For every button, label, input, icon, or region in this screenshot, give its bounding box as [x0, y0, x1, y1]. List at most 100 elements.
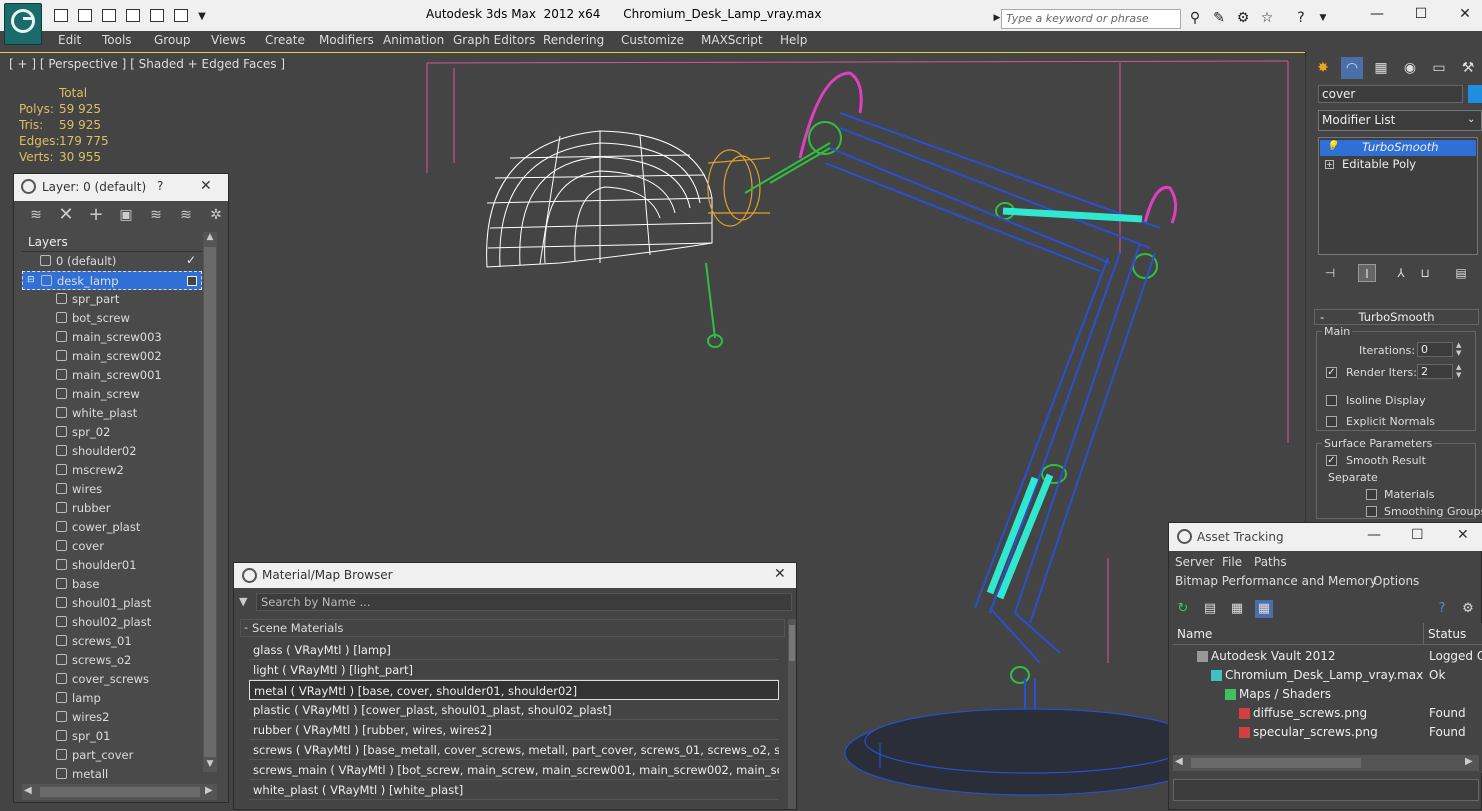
layers-column-header[interactable]: Layers [22, 232, 202, 252]
list-view-icon[interactable]: ▤ [1201, 600, 1219, 618]
collapse-icon[interactable]: ⊟ [27, 275, 35, 285]
collapse-icon[interactable]: - [244, 621, 248, 634]
scroll-left-icon[interactable]: ◀ [1175, 756, 1183, 767]
search-input[interactable]: Type a keyword or phrase [1001, 9, 1181, 29]
layer-window-titlebar[interactable]: Layer: 0 (default) ? ✕ [14, 174, 228, 201]
menu-customize[interactable]: Customize [621, 33, 684, 47]
freeze-all-layers-icon[interactable]: ✲ [207, 206, 225, 224]
help-dropdown-icon[interactable]: ▼ [1314, 10, 1332, 27]
column-header-name[interactable]: Name [1173, 623, 1423, 645]
open-icon[interactable] [54, 9, 68, 22]
select-in-layer-icon[interactable]: ▣ [117, 206, 135, 224]
scroll-thumb[interactable] [204, 247, 216, 757]
menu-edit[interactable]: Edit [58, 33, 81, 47]
asset-row[interactable]: Chromium_Desk_Lamp_vray.max Ok [1173, 666, 1482, 685]
layer-row[interactable]: spr_part [22, 290, 202, 309]
set-current-box-icon[interactable] [187, 276, 197, 286]
current-layer-check-icon[interactable]: ✓ [186, 253, 196, 267]
material-row[interactable]: metal ( VRayMtl ) [base, cover, shoulder… [249, 680, 779, 700]
layer-row[interactable]: white_plast [22, 404, 202, 423]
scroll-left-icon[interactable]: ◀ [24, 785, 32, 796]
layer-row[interactable]: screws_o2 [22, 651, 202, 670]
redo-icon[interactable] [126, 9, 140, 22]
expand-icon[interactable]: + [1325, 160, 1334, 169]
utilities-tab-icon[interactable]: ⚒ [1457, 57, 1479, 79]
material-row[interactable]: rubber ( VRayMtl ) [rubber, wires, wires… [249, 720, 779, 740]
menu-graph-editors[interactable]: Graph Editors [453, 33, 535, 47]
material-row[interactable]: screws_main ( VRayMtl ) [bot_screw, main… [249, 760, 779, 780]
isoline-display-checkbox[interactable] [1326, 395, 1337, 406]
layer-row[interactable]: bot_screw [22, 309, 202, 328]
smoothing-groups-checkbox[interactable] [1366, 506, 1377, 517]
layer-row[interactable]: spr_02 [22, 423, 202, 442]
material-row[interactable]: screws ( VRayMtl ) [base_metall, cover_s… [249, 740, 779, 760]
table-view-icon[interactable]: ▦ [1255, 600, 1273, 618]
layer-row[interactable]: base [22, 575, 202, 594]
render-iters-spinner[interactable]: 2 [1417, 364, 1453, 379]
menu-animation[interactable]: Animation [383, 33, 444, 47]
material-row[interactable]: plastic ( VRayMtl ) [cower_plast, shoul0… [249, 700, 779, 720]
help-icon[interactable]: ? [1433, 600, 1451, 618]
layer-row[interactable]: lamp [22, 689, 202, 708]
tools-icon[interactable]: ✎ [1210, 10, 1228, 27]
iterations-spinner[interactable]: 0 [1417, 342, 1453, 357]
layer-row[interactable]: main_screw001 [22, 366, 202, 385]
smooth-result-checkbox[interactable]: ✓ [1326, 455, 1337, 466]
menu-create[interactable]: Create [265, 33, 305, 47]
hide-all-layers-icon[interactable]: ≋ [177, 206, 195, 224]
browser-options-dropdown-icon[interactable]: ▼ [239, 595, 247, 608]
material-browser-titlebar[interactable]: Material/Map Browser ✕ [234, 563, 796, 588]
new-layer-icon[interactable]: ≋ [27, 206, 45, 224]
maximize-button[interactable]: ☐ [1406, 4, 1436, 24]
layer-row[interactable]: mscrew2 [22, 461, 202, 480]
scroll-right-icon[interactable]: ▶ [205, 785, 213, 796]
object-name-input[interactable]: cover [1318, 85, 1463, 103]
settings-icon[interactable]: ⚙ [1459, 600, 1477, 618]
material-row[interactable]: glass ( VRayMtl ) [lamp] [249, 640, 779, 660]
delete-layer-icon[interactable]: ✕ [57, 206, 75, 224]
show-end-result-icon[interactable]: I [1358, 264, 1376, 282]
scroll-down-icon[interactable]: ▼ [204, 759, 216, 771]
fetch-icon[interactable] [174, 9, 188, 22]
help-icon[interactable]: ? [1292, 10, 1310, 27]
render-iters-checkbox[interactable]: ✓ [1326, 367, 1337, 378]
layer-horizontal-scrollbar[interactable]: ◀ ▶ [22, 784, 217, 800]
pin-stack-icon[interactable]: ⊣ [1321, 264, 1339, 282]
add-to-layer-icon[interactable]: + [87, 206, 105, 224]
layer-row[interactable]: cover [22, 537, 202, 556]
column-header-status[interactable]: Status [1423, 623, 1482, 645]
layer-row[interactable]: shoulder02 [22, 442, 202, 461]
spinner-arrows-icon[interactable]: ▲ ▼ [1456, 363, 1461, 379]
object-color-swatch[interactable] [1468, 85, 1482, 103]
close-button[interactable]: ✕ [1457, 527, 1469, 543]
material-search-input[interactable]: Search by Name ... [256, 593, 792, 611]
refresh-icon[interactable]: ↻ [1174, 600, 1192, 618]
configure-sets-icon[interactable]: ▤ [1452, 264, 1470, 282]
motion-tab-icon[interactable]: ◉ [1399, 57, 1421, 79]
menu-server[interactable]: Server [1175, 555, 1214, 569]
hscroll-thumb[interactable] [40, 787, 200, 797]
hierarchy-tab-icon[interactable]: ▦ [1370, 57, 1392, 79]
create-tab-icon[interactable]: ✸ [1312, 57, 1334, 79]
hold-icon[interactable] [150, 9, 164, 22]
maximize-button[interactable]: ☐ [1411, 527, 1424, 543]
collapse-icon[interactable]: - [1320, 310, 1324, 324]
layer-row[interactable]: main_screw002 [22, 347, 202, 366]
menu-modifiers[interactable]: Modifiers [319, 33, 374, 47]
qa-dropdown-icon[interactable]: ▼ [193, 8, 211, 25]
layer-row[interactable]: wires2 [22, 708, 202, 727]
layer-row[interactable]: rubber [22, 499, 202, 518]
material-row[interactable]: white_plast ( VRayMtl ) [white_plast] [249, 780, 779, 800]
layer-row[interactable]: metall [22, 765, 202, 784]
layer-row[interactable]: ⊟ desk_lamp [22, 271, 202, 290]
make-unique-icon[interactable]: ⅄ [1392, 264, 1410, 282]
menu-help[interactable]: Help [780, 33, 807, 47]
menu-tools[interactable]: Tools [102, 33, 132, 47]
subscription-icon[interactable]: ⚙ [1234, 10, 1252, 27]
scene-materials-group[interactable]: - Scene Materials [240, 619, 785, 637]
layer-row[interactable]: cover_screws [22, 670, 202, 689]
layer-row[interactable]: wires [22, 480, 202, 499]
layer-row[interactable]: shoul01_plast [22, 594, 202, 613]
scroll-thumb[interactable] [789, 625, 795, 661]
layer-window-close-button[interactable]: ✕ [200, 178, 212, 194]
